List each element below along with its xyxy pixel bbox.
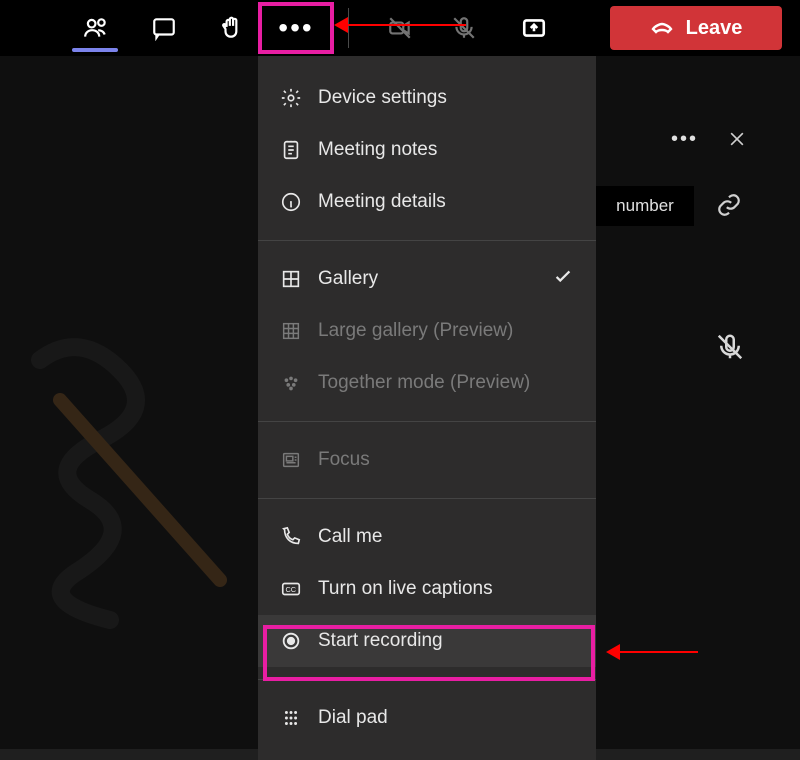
link-icon[interactable] — [716, 192, 742, 218]
record-icon — [280, 630, 302, 652]
notes-icon — [280, 139, 302, 161]
menu-label: Meeting notes — [318, 139, 437, 161]
large-gallery-icon — [280, 320, 302, 342]
menu-separator — [258, 679, 596, 680]
annotation-arrow-2 — [608, 651, 698, 653]
menu-item-dial-pad[interactable]: Dial pad — [258, 692, 596, 744]
people-icon[interactable] — [72, 4, 120, 52]
menu-label: Gallery — [318, 268, 378, 290]
focus-icon — [280, 449, 302, 471]
panel-more-icon[interactable]: ••• — [671, 128, 698, 151]
chat-icon[interactable] — [140, 4, 188, 52]
toolbar-divider — [348, 8, 349, 48]
menu-label: Together mode (Preview) — [318, 372, 530, 394]
menu-item-gallery[interactable]: Gallery — [258, 253, 596, 305]
menu-label: Turn on live captions — [318, 578, 493, 600]
closed-captions-icon: CC — [280, 578, 302, 600]
more-actions-button[interactable]: ••• — [258, 2, 334, 54]
more-actions-menu: Device settings Meeting notes Meeting de… — [258, 56, 596, 760]
number-tab-label: number — [616, 196, 674, 216]
menu-label: Meeting details — [318, 191, 446, 213]
gallery-icon — [280, 268, 302, 290]
number-tab[interactable]: number — [596, 186, 694, 226]
close-icon[interactable] — [722, 124, 752, 154]
menu-label: Device settings — [318, 87, 447, 109]
annotation-arrow-1 — [336, 24, 466, 26]
menu-label: Start recording — [318, 630, 443, 652]
svg-text:CC: CC — [286, 585, 297, 594]
menu-label: Call me — [318, 526, 382, 548]
menu-item-meeting-notes[interactable]: Meeting notes — [258, 124, 596, 176]
phone-icon — [280, 526, 302, 548]
dial-pad-icon — [280, 707, 302, 729]
menu-item-start-recording[interactable]: Start recording — [258, 615, 596, 667]
participant-mic-off-icon — [715, 332, 745, 362]
menu-label: Dial pad — [318, 707, 388, 729]
menu-item-call-me[interactable]: Call me — [258, 511, 596, 563]
hang-up-icon — [650, 16, 674, 40]
camera-off-icon[interactable] — [376, 4, 424, 52]
microphone-off-icon[interactable] — [440, 4, 488, 52]
menu-item-meeting-details[interactable]: Meeting details — [258, 176, 596, 228]
people-tab-indicator — [72, 48, 118, 52]
leave-button-label: Leave — [686, 17, 743, 40]
menu-item-device-settings[interactable]: Device settings — [258, 72, 596, 124]
share-screen-icon[interactable] — [510, 4, 558, 52]
checkmark-icon — [552, 265, 574, 293]
gear-icon — [280, 87, 302, 109]
menu-item-focus: Focus — [258, 434, 596, 486]
menu-item-large-gallery: Large gallery (Preview) — [258, 305, 596, 357]
menu-label: Large gallery (Preview) — [318, 320, 513, 342]
menu-separator — [258, 240, 596, 241]
menu-separator — [258, 421, 596, 422]
info-icon — [280, 191, 302, 213]
raise-hand-icon[interactable] — [208, 4, 256, 52]
menu-item-live-captions[interactable]: CC Turn on live captions — [258, 563, 596, 615]
menu-item-together-mode: Together mode (Preview) — [258, 357, 596, 409]
menu-label: Focus — [318, 449, 370, 471]
together-mode-icon — [280, 372, 302, 394]
ellipsis-icon: ••• — [278, 14, 313, 42]
leave-button[interactable]: Leave — [610, 6, 782, 50]
menu-separator — [258, 498, 596, 499]
